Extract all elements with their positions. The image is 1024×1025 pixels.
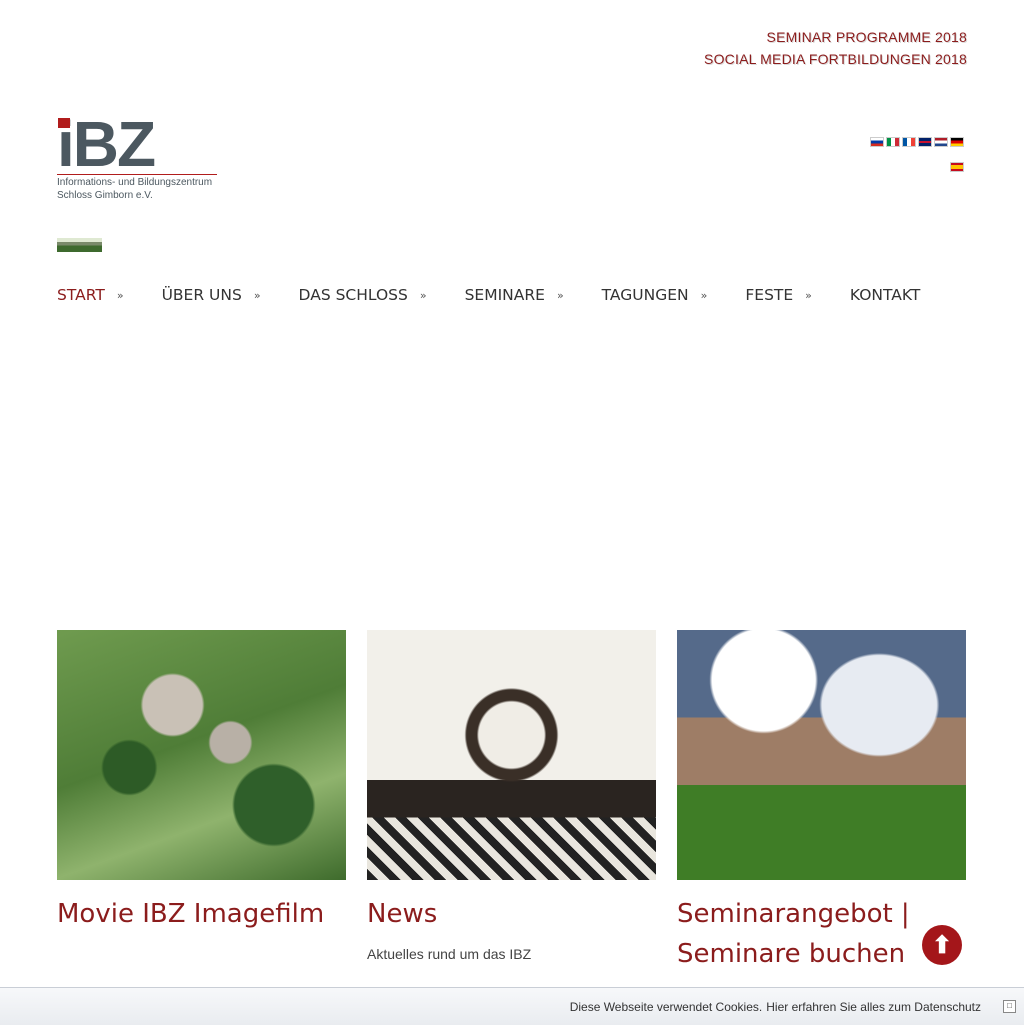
cookie-bar: Diese Webseite verwendet Cookies. Hier e…: [0, 987, 1024, 1025]
cookie-text: Diese Webseite verwendet Cookies.: [569, 999, 763, 1014]
nav-label: SEMINARE: [464, 286, 545, 304]
main-nav: START» ÜBER UNS» DAS SCHLOSS» SEMINARE» …: [57, 286, 958, 304]
chevron-right-icon: »: [419, 288, 427, 302]
logo-text: iBZ: [57, 108, 156, 180]
social-media-link[interactable]: SOCIAL MEDIA FORTBILDUNGEN 2018: [704, 48, 967, 70]
logo-mark: iBZ: [57, 112, 219, 176]
dutch-flag[interactable]: [934, 137, 948, 147]
nav-item-tagungen[interactable]: TAGUNGEN »: [602, 286, 708, 304]
arrow-up-icon: ⬆: [931, 931, 953, 959]
language-flags: [854, 137, 964, 187]
nav-label: TAGUNGEN: [601, 286, 689, 304]
card-imagefilm[interactable]: Movie IBZ Imagefilm: [57, 630, 346, 974]
hallway-image[interactable]: [367, 630, 656, 880]
nav-item-kontakt[interactable]: KONTAKT: [850, 286, 920, 304]
spanish-flag[interactable]: [950, 162, 964, 172]
privacy-link[interactable]: Hier erfahren Sie alles zum Datenschutz: [766, 1000, 981, 1014]
chevron-right-icon: »: [556, 288, 564, 302]
nav-label: DAS SCHLOSS: [298, 286, 408, 304]
chevron-right-icon: »: [253, 288, 261, 302]
german-flag[interactable]: [950, 137, 964, 147]
top-links: SEMINAR PROGRAMME 2018 SOCIAL MEDIA FORT…: [704, 26, 967, 70]
card-title[interactable]: News: [367, 894, 656, 934]
nav-label: KONTAKT: [849, 286, 921, 304]
chevron-right-icon: »: [700, 288, 708, 302]
scroll-to-top-button[interactable]: ⬆: [922, 925, 962, 965]
flags-castle-image[interactable]: [677, 630, 966, 880]
nav-item-feste[interactable]: FESTE »: [745, 286, 812, 304]
logo-tagline-2: Schloss Gimborn e.V.: [57, 190, 153, 201]
chevron-right-icon: »: [116, 288, 124, 302]
logo-red-dot: [58, 118, 70, 128]
nav-item-seminare[interactable]: SEMINARE »: [465, 286, 564, 304]
italian-flag[interactable]: [886, 137, 900, 147]
british-flag[interactable]: [918, 137, 932, 147]
nav-label: FESTE: [745, 286, 794, 304]
seminar-programme-link[interactable]: SEMINAR PROGRAMME 2018: [704, 26, 967, 48]
card-title[interactable]: Seminarangebot | Seminare buchen: [677, 894, 966, 974]
chevron-right-icon: »: [805, 288, 812, 302]
card-title[interactable]: Movie IBZ Imagefilm: [57, 894, 346, 934]
nav-item-das-schloss[interactable]: DAS SCHLOSS »: [299, 286, 427, 304]
card-news[interactable]: News Aktuelles rund um das IBZ: [367, 630, 656, 974]
castle-thumbnail: [57, 238, 102, 252]
nav-item-start[interactable]: START »: [57, 286, 124, 304]
nav-label: ÜBER UNS: [161, 286, 242, 304]
feature-cards: Movie IBZ Imagefilm News Aktuelles rund …: [57, 630, 966, 974]
card-text: Aktuelles rund um das IBZ: [367, 946, 532, 962]
card-seminarangebot[interactable]: Seminarangebot | Seminare buchen: [677, 630, 966, 974]
french-flag[interactable]: [902, 137, 916, 147]
russian-flag[interactable]: [870, 137, 884, 147]
nav-label: START: [57, 286, 105, 304]
logo[interactable]: iBZ Informations- und Bildungszentrum Sc…: [57, 112, 219, 201]
close-icon[interactable]: □: [1003, 1000, 1016, 1013]
nav-item-ueber-uns[interactable]: ÜBER UNS »: [162, 286, 261, 304]
aerial-castle-image[interactable]: [57, 630, 346, 880]
